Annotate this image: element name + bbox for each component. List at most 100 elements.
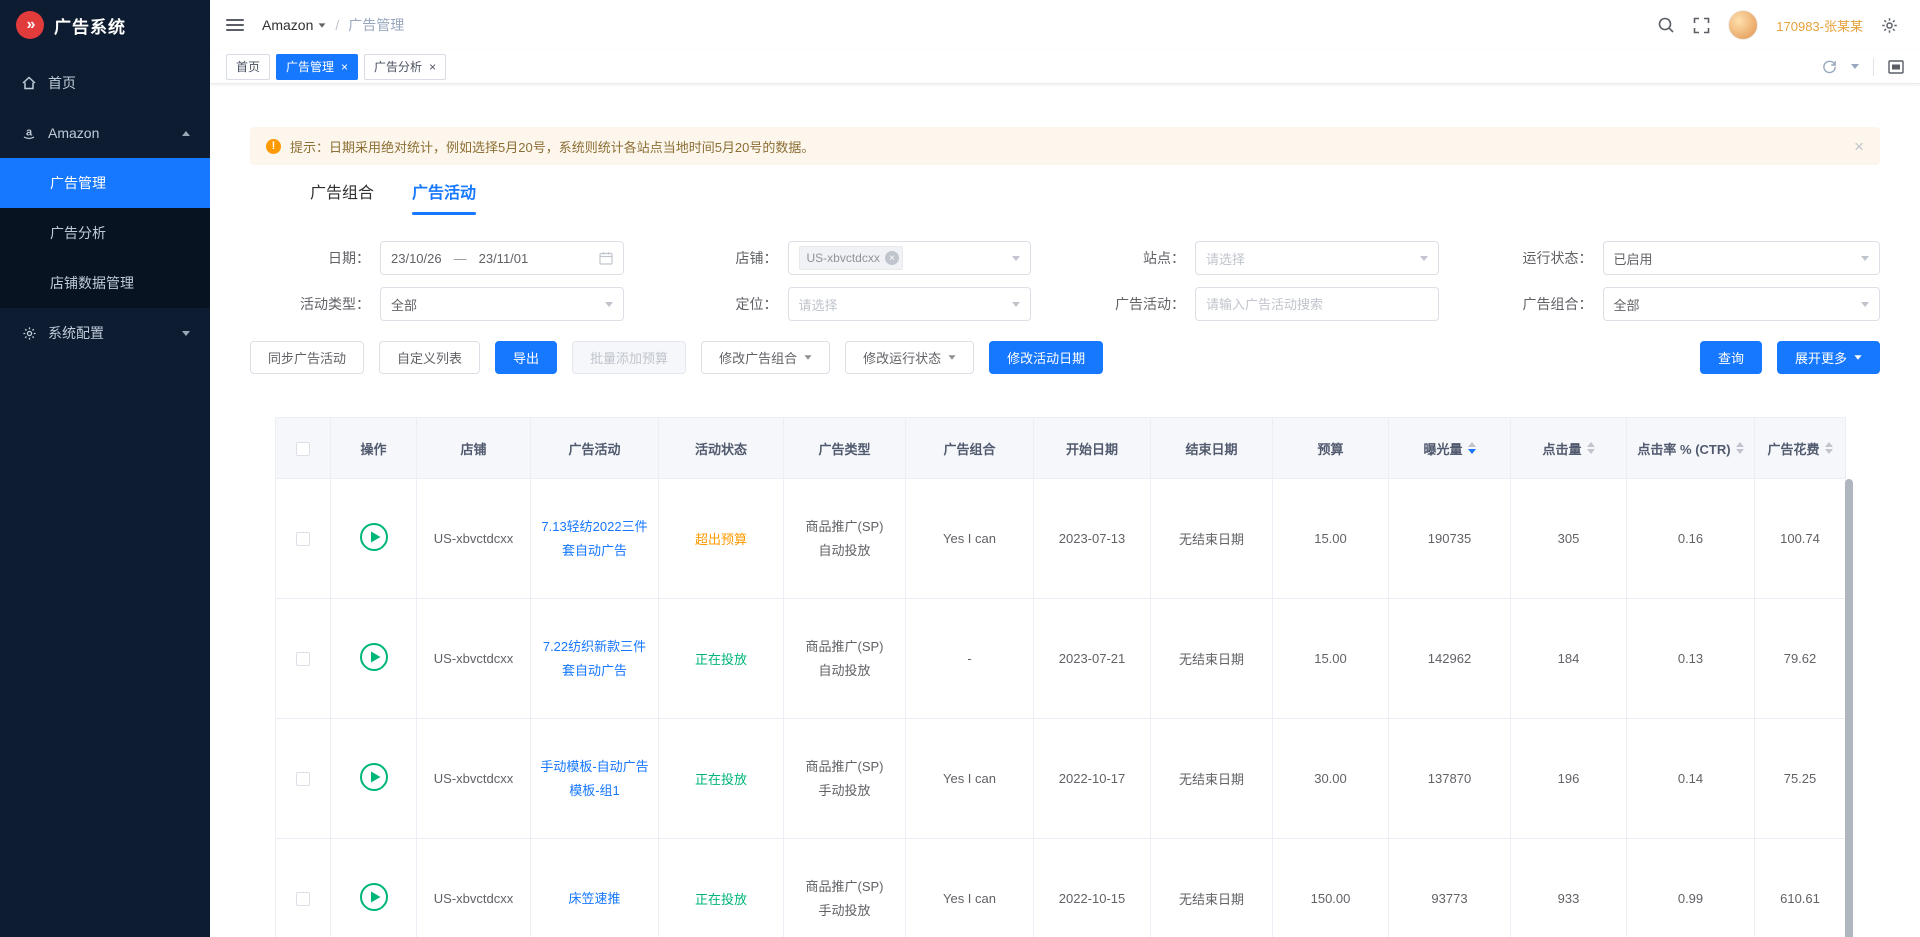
modify-date-button[interactable]: 修改活动日期 xyxy=(989,341,1103,374)
campaign-type-select[interactable]: 全部 xyxy=(380,287,624,321)
batch-budget-button[interactable]: 批量添加预算 xyxy=(572,341,686,374)
cell-spend: 75.25 xyxy=(1784,771,1817,786)
row-checkbox[interactable] xyxy=(296,652,310,666)
breadcrumb-current: 广告管理 xyxy=(348,15,404,35)
targeting-select[interactable]: 请选择 xyxy=(788,287,1032,321)
campaign-link[interactable]: 7.13轻纺2022三件套自动广告 xyxy=(539,515,650,562)
expand-more-button[interactable]: 展开更多 xyxy=(1777,341,1880,374)
modify-run-status-button[interactable]: 修改运行状态 xyxy=(845,341,974,374)
custom-columns-button[interactable]: 自定义列表 xyxy=(379,341,480,374)
cell-portfolio: - xyxy=(967,651,971,666)
avatar[interactable] xyxy=(1728,10,1758,40)
sort-icon[interactable] xyxy=(1736,442,1744,454)
portfolio-select[interactable]: 全部 xyxy=(1603,287,1881,321)
divider xyxy=(1873,58,1874,76)
run-status-select[interactable]: 已启用 xyxy=(1603,241,1881,275)
app-root: » 广告系统 首页 a Amazon 广告管理 xyxy=(0,0,1920,937)
cell-impressions: 137870 xyxy=(1428,771,1471,786)
close-icon[interactable]: × xyxy=(1854,138,1864,155)
play-button-icon[interactable] xyxy=(359,882,389,912)
sidebar-item-home[interactable]: 首页 xyxy=(0,58,210,108)
query-button[interactable]: 查询 xyxy=(1700,341,1762,374)
col-clicks[interactable]: 点击量 xyxy=(1511,418,1627,479)
sort-icon[interactable] xyxy=(1825,442,1833,454)
warning-alert: ! 提示：日期采用绝对统计，例如选择5月20号，系统则统计各站点当地时间5月20… xyxy=(250,127,1880,165)
chevron-down-icon[interactable] xyxy=(1851,64,1859,69)
campaign-link[interactable]: 7.22纺织新款三件套自动广告 xyxy=(539,635,650,682)
sidebar-item-amazon[interactable]: a Amazon xyxy=(0,108,210,158)
campaign-table: 操作 店铺 广告活动 活动状态 广告类型 广告组合 开始日期 结束日期 预算 曝… xyxy=(275,417,1853,937)
date-range-picker[interactable]: 23/10/26 — 23/11/01 xyxy=(380,241,624,275)
tab-ad-campaign[interactable]: 广告活动 xyxy=(412,179,476,215)
campaign-link[interactable]: 床笠速推 xyxy=(568,887,620,910)
play-button-icon[interactable] xyxy=(359,642,389,672)
table-row: US-xbvctdcxx 手动模板-自动广告模板-组1 正在投放 商品推广(SP… xyxy=(276,719,1846,839)
col-start-date: 开始日期 xyxy=(1034,418,1151,479)
campaign-search-input[interactable] xyxy=(1206,297,1428,312)
settings-gear-icon[interactable] xyxy=(1881,17,1898,34)
cell-clicks: 933 xyxy=(1558,891,1580,906)
chevron-down-icon xyxy=(182,331,190,336)
breadcrumb-root[interactable]: Amazon xyxy=(262,17,326,33)
sidebar-item-ad-management[interactable]: 广告管理 xyxy=(0,158,210,208)
sort-icon[interactable] xyxy=(1468,442,1476,454)
col-spend[interactable]: 广告花费 xyxy=(1755,418,1846,479)
tag-tab-label: 广告管理 xyxy=(286,58,334,75)
play-button-icon[interactable] xyxy=(359,762,389,792)
search-icon[interactable] xyxy=(1657,16,1675,34)
breadcrumb-separator: / xyxy=(335,17,339,33)
vertical-scrollbar[interactable] xyxy=(1845,479,1853,937)
row-checkbox[interactable] xyxy=(296,892,310,906)
col-ctr[interactable]: 点击率 % (CTR) xyxy=(1627,418,1755,479)
tab-ad-portfolio[interactable]: 广告组合 xyxy=(310,179,374,215)
screen-frame-icon[interactable] xyxy=(1888,60,1904,74)
select-all-checkbox[interactable] xyxy=(296,442,310,456)
chevron-down-icon xyxy=(1012,256,1020,261)
sidebar-collapse-icon[interactable] xyxy=(226,19,244,31)
tag-tab-ad-management[interactable]: 广告管理 × xyxy=(276,54,358,80)
sidebar-item-ad-analysis[interactable]: 广告分析 xyxy=(0,208,210,258)
chevron-down-icon xyxy=(1420,256,1428,261)
row-checkbox[interactable] xyxy=(296,532,310,546)
scrollbar-thumb[interactable] xyxy=(1845,479,1853,937)
top-header: Amazon / 广告管理 170983-张某某 xyxy=(210,0,1920,50)
export-button[interactable]: 导出 xyxy=(495,341,557,374)
status-badge: 超出预算 xyxy=(695,532,747,547)
refresh-icon[interactable] xyxy=(1822,59,1837,74)
amazon-icon: a xyxy=(20,125,38,141)
cell-portfolio: Yes I can xyxy=(943,891,996,906)
cell-budget: 30.00 xyxy=(1314,771,1347,786)
cell-clicks: 196 xyxy=(1558,771,1580,786)
date-end-value: 23/11/01 xyxy=(479,251,529,266)
store-select[interactable]: US-xbvctdcxx × xyxy=(788,241,1032,275)
fullscreen-icon[interactable] xyxy=(1693,17,1710,34)
status-badge: 正在投放 xyxy=(695,652,747,667)
field-label: 活动类型： xyxy=(250,294,380,314)
targeting-field: 定位： 请选择 xyxy=(658,287,1066,321)
campaign-link[interactable]: 手动模板-自动广告模板-组1 xyxy=(539,755,650,802)
sidebar-item-system-config[interactable]: 系统配置 xyxy=(0,308,210,358)
sort-icon[interactable] xyxy=(1587,442,1595,454)
row-checkbox[interactable] xyxy=(296,772,310,786)
cell-start-date: 2023-07-21 xyxy=(1059,651,1126,666)
tag-close-icon[interactable]: × xyxy=(885,251,899,265)
chevron-down-icon xyxy=(1012,302,1020,307)
col-operation: 操作 xyxy=(331,418,417,479)
sidebar-item-label: 广告管理 xyxy=(50,173,106,193)
tag-tab-home[interactable]: 首页 xyxy=(226,54,270,80)
modify-portfolio-button[interactable]: 修改广告组合 xyxy=(701,341,830,374)
col-impressions[interactable]: 曝光量 xyxy=(1389,418,1511,479)
sidebar-item-store-data[interactable]: 店铺数据管理 xyxy=(0,258,210,308)
cell-ad-type: 商品推广(SP)自动投放 xyxy=(792,515,897,562)
cell-store: US-xbvctdcxx xyxy=(434,531,513,546)
select-placeholder: 请选择 xyxy=(799,295,838,314)
username[interactable]: 170983-张某某 xyxy=(1776,16,1863,35)
close-icon[interactable]: × xyxy=(429,61,436,73)
cell-portfolio: Yes I can xyxy=(943,771,996,786)
play-button-icon[interactable] xyxy=(359,522,389,552)
date-range-field: 日期： 23/10/26 — 23/11/01 xyxy=(250,241,658,275)
sync-campaign-button[interactable]: 同步广告活动 xyxy=(250,341,364,374)
site-select[interactable]: 请选择 xyxy=(1195,241,1439,275)
tag-tab-ad-analysis[interactable]: 广告分析 × xyxy=(364,54,446,80)
close-icon[interactable]: × xyxy=(341,61,348,73)
